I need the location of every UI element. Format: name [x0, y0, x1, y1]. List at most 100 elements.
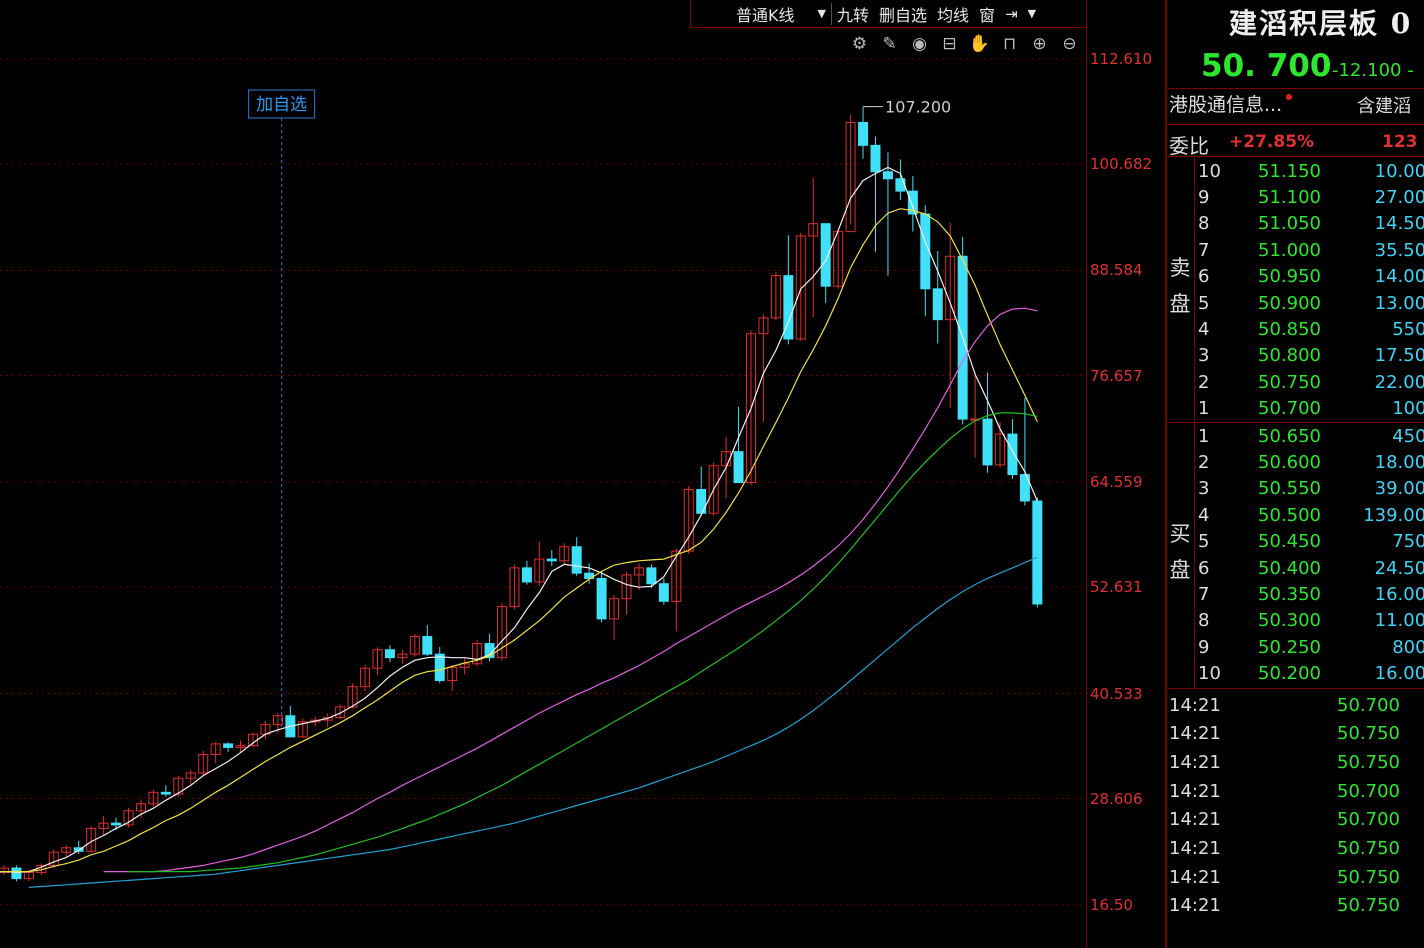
buy-label-char: 买 [1169, 522, 1191, 546]
hk-connect-info-label: 港股通信息... [1169, 94, 1283, 116]
sell-order-row[interactable]: 5 50.900 13.00K [1198, 290, 1424, 316]
buy-side-label: 买 盘 [1168, 516, 1192, 588]
order-volume: 10.00K [1374, 160, 1424, 182]
order-price: 50.650 [1258, 425, 1321, 447]
chevron-down-icon: ▼ [817, 7, 826, 20]
tick-time: 14:21 [1169, 809, 1221, 831]
moving-average-button[interactable]: 均线 [932, 2, 974, 26]
order-level: 8 [1198, 610, 1210, 632]
sell-order-row[interactable]: 6 50.950 14.00K [1198, 264, 1424, 290]
order-level: 8 [1198, 213, 1210, 235]
ma-line-ma10 [0, 208, 1038, 873]
weibi-diff: 123 [1382, 132, 1418, 152]
buy-order-row[interactable]: 8 50.300 11.00K [1198, 608, 1424, 634]
buy-order-row[interactable]: 9 50.250 8000 [1198, 634, 1424, 660]
buy-order-row[interactable]: 1 50.650 4500 [1198, 423, 1424, 449]
order-volume: 18.00K [1374, 451, 1424, 473]
hk-connect-info-link[interactable]: 港股通信息... [1169, 90, 1293, 117]
kline-chart[interactable]: 加自选 107.200 [0, 0, 1086, 948]
buy-order-row[interactable]: 4 50.500 139.00K [1198, 502, 1424, 528]
order-price: 50.250 [1258, 636, 1321, 658]
sell-order-row[interactable]: 4 50.850 5500 [1198, 316, 1424, 342]
buy-order-row[interactable]: 3 50.550 39.00K [1198, 476, 1424, 502]
candle-body [422, 636, 433, 655]
period-select-label: 普通K线 [736, 5, 795, 25]
order-price: 50.600 [1258, 451, 1321, 473]
divider [1167, 124, 1424, 125]
lock-icon[interactable]: ⊓ [998, 33, 1021, 55]
order-level: 9 [1198, 186, 1210, 208]
tick-row: 14:21 50.750 [1169, 835, 1400, 863]
tick-time: 14:21 [1169, 694, 1221, 716]
order-price: 51.150 [1258, 160, 1321, 182]
pen-icon[interactable]: ✎ [878, 33, 901, 55]
candle-body [870, 144, 881, 173]
buy-order-row[interactable]: 2 50.600 18.00K [1198, 449, 1424, 475]
hand-icon[interactable]: ✋ [968, 33, 991, 55]
candle-body [658, 583, 669, 602]
weibi-percent: +27.85% [1229, 132, 1315, 152]
price-axis-label: 76.657 [1090, 367, 1143, 385]
tick-row: 14:21 50.750 [1169, 892, 1400, 920]
pin-icon[interactable]: ⇥ [1000, 5, 1023, 23]
price-axis-label: 40.533 [1090, 685, 1143, 703]
sell-order-row[interactable]: 2 50.750 22.00K [1198, 369, 1424, 395]
candle-body [596, 577, 607, 620]
buy-order-row[interactable]: 10 50.200 16.00K [1198, 661, 1424, 687]
order-price: 50.700 [1258, 398, 1321, 420]
sell-side-label: 卖 盘 [1168, 250, 1192, 322]
window-button[interactable]: 窗 [974, 2, 1000, 26]
candle-body [111, 822, 122, 826]
sell-order-row[interactable]: 3 50.800 17.50K [1198, 343, 1424, 369]
tick-price: 50.750 [1337, 751, 1400, 773]
order-price: 50.550 [1258, 478, 1321, 500]
tick-price: 50.750 [1337, 866, 1400, 888]
candle-body [920, 213, 931, 290]
chart-toolbar: 普通K线 ▼ 九转 删自选 均线 窗 ⇥ ▼ [690, 0, 1087, 28]
buy-order-row[interactable]: 5 50.450 7500 [1198, 529, 1424, 555]
weibi-label: 委比 [1169, 134, 1209, 158]
kline-chart-area[interactable]: 加自选 107.200 普通K线 ▼ 九转 删自选 均线 窗 ⇥ ▼ ⚙ ✎ ◉ … [0, 0, 1087, 948]
sell-order-row[interactable]: 8 51.050 14.50K [1198, 211, 1424, 237]
order-volume: 139.00K [1363, 504, 1424, 526]
sell-order-row[interactable]: 10 51.150 10.00K [1198, 158, 1424, 184]
candle-body [932, 288, 943, 321]
candle-body [858, 121, 869, 146]
related-stock-link[interactable]: 含建滔 [1357, 92, 1411, 118]
candle-body [1007, 433, 1018, 476]
tick-time: 14:21 [1169, 838, 1221, 859]
ma-line-ma60 [28, 556, 1038, 888]
order-level: 3 [1198, 478, 1210, 500]
chevron-down-icon[interactable]: ▼ [1023, 7, 1041, 20]
candle-body [11, 867, 22, 880]
order-price: 50.350 [1258, 583, 1321, 605]
eye-icon[interactable]: ◉ [908, 33, 931, 55]
add-watchlist-label: 加自选 [256, 95, 307, 115]
sell-order-row[interactable]: 1 50.700 1000 [1198, 396, 1424, 422]
sell-order-row[interactable]: 9 51.100 27.00K [1198, 184, 1424, 210]
candle-body [571, 546, 582, 574]
cabinet-icon[interactable]: ⊟ [938, 33, 961, 55]
zoom-out-icon[interactable]: ⊖ [1058, 33, 1081, 55]
candle-body [223, 743, 234, 748]
zoom-in-icon[interactable]: ⊕ [1028, 33, 1051, 55]
period-select[interactable]: 普通K线 ▼ [691, 2, 831, 26]
gear-icon[interactable]: ⚙ [848, 33, 871, 55]
jiuzhuan-button[interactable]: 九转 [832, 2, 874, 26]
order-price: 50.300 [1258, 610, 1321, 632]
order-price: 50.900 [1258, 292, 1321, 314]
quote-panel: 建滔积层板 0 50. 700 -12.100 - 港股通信息... 含建滔 委… [1167, 0, 1424, 948]
order-level: 3 [1198, 345, 1210, 367]
stock-name: 建滔积层板 0 [1229, 7, 1413, 40]
buy-order-row[interactable]: 6 50.400 24.50K [1198, 555, 1424, 581]
sell-order-row[interactable]: 7 51.000 35.50K [1198, 237, 1424, 263]
sell-label-char: 卖 [1169, 256, 1191, 280]
buy-order-row[interactable]: 7 50.350 16.00K [1198, 581, 1424, 607]
candle-body [646, 567, 657, 585]
divider [1167, 688, 1424, 689]
order-volume: 13.00K [1374, 292, 1424, 314]
tick-price: 50.700 [1337, 780, 1400, 802]
order-level: 6 [1198, 266, 1210, 288]
remove-watchlist-button[interactable]: 删自选 [874, 2, 932, 26]
candle-body [546, 558, 557, 562]
